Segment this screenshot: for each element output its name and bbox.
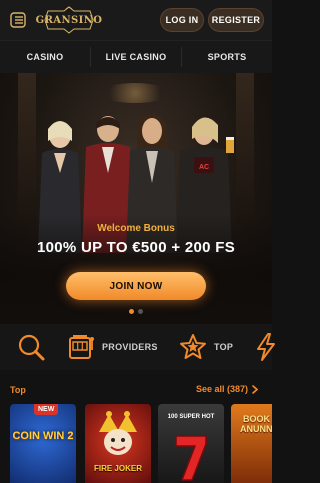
lightning-icon bbox=[257, 333, 275, 361]
game-tile[interactable]: FIRE JOKER bbox=[85, 404, 151, 483]
category-bar: PROVIDERS TOP bbox=[0, 324, 275, 370]
bonus-label: Welcome Bonus bbox=[97, 223, 175, 234]
app-header: GRANSINO LOG IN REGISTER bbox=[0, 0, 272, 40]
game-title: 100 SUPER HOT bbox=[167, 414, 215, 420]
gransino-logo[interactable]: GRANSINO bbox=[36, 6, 102, 34]
carousel-dot[interactable] bbox=[138, 309, 143, 314]
carousel-dots bbox=[0, 309, 272, 314]
category-lightning[interactable] bbox=[254, 324, 276, 370]
category-top[interactable]: TOP bbox=[178, 324, 233, 370]
see-all-label: See all (387) bbox=[195, 384, 248, 394]
login-button[interactable]: LOG IN bbox=[160, 8, 204, 32]
category-label: TOP bbox=[214, 342, 234, 352]
chevron-right-icon bbox=[252, 384, 258, 394]
seven-symbol-image bbox=[175, 435, 207, 481]
game-tile[interactable]: 100 SUPER HOT bbox=[158, 404, 224, 483]
tab-casino[interactable]: CASINO bbox=[0, 41, 90, 73]
hero-banner[interactable]: AC Welcome Bonus 100% UP TO €500 + 200 F… bbox=[0, 73, 272, 324]
category-label: PROVIDERS bbox=[102, 342, 158, 352]
slot-machine-icon bbox=[69, 335, 94, 359]
game-title: COIN WIN 2 bbox=[12, 430, 74, 442]
category-search[interactable] bbox=[16, 324, 46, 370]
carousel-dot[interactable] bbox=[129, 309, 134, 314]
tab-live-casino[interactable]: LIVE CASINO bbox=[91, 41, 181, 73]
search-icon bbox=[18, 334, 45, 361]
game-title: FIRE JOKER bbox=[93, 464, 142, 473]
bonus-title: 100% UP TO €500 + 200 FS bbox=[36, 239, 236, 256]
joker-image bbox=[99, 411, 137, 455]
games-carousel: NEW COIN WIN 2 FIRE JOKER 100 SUPER HOT … bbox=[10, 404, 272, 483]
category-providers[interactable]: PROVIDERS bbox=[66, 324, 158, 370]
game-tile[interactable]: BOOK OF ANUNNAKI bbox=[231, 404, 272, 483]
game-tile[interactable]: NEW COIN WIN 2 bbox=[10, 404, 76, 483]
join-now-button[interactable]: JOIN NOW bbox=[66, 272, 206, 300]
game-title: BOOK OF ANUNNAKI bbox=[240, 414, 272, 434]
register-button[interactable]: REGISTER bbox=[208, 8, 264, 32]
tab-sports[interactable]: SPORTS bbox=[182, 41, 272, 73]
star-icon bbox=[180, 334, 206, 359]
new-badge: NEW bbox=[34, 404, 59, 415]
menu-icon bbox=[10, 12, 26, 28]
logo-text: GRANSINO bbox=[35, 14, 103, 26]
section-title: Top bbox=[10, 385, 26, 395]
menu-button[interactable] bbox=[9, 11, 29, 29]
svg-text:AC: AC bbox=[199, 164, 209, 171]
see-all-link[interactable]: See all (387) bbox=[196, 384, 258, 394]
main-nav: CASINO LIVE CASINO SPORTS bbox=[0, 40, 272, 73]
